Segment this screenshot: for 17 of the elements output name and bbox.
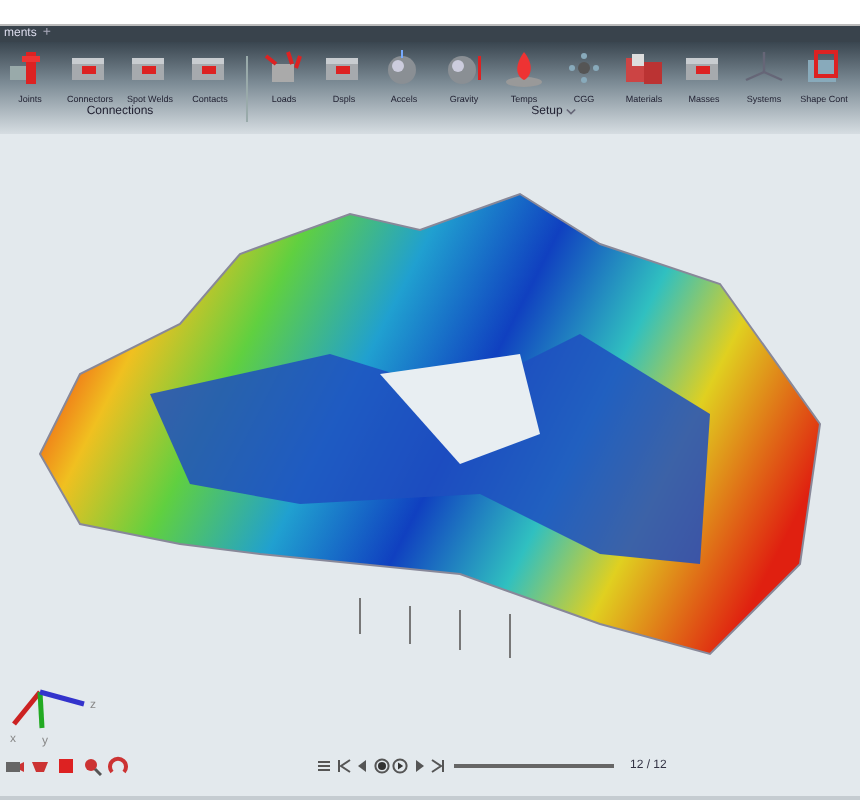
arrows-block-icon bbox=[260, 48, 308, 88]
menu-icon[interactable] bbox=[316, 758, 332, 774]
material-tiles-icon bbox=[620, 48, 668, 88]
square-icon[interactable] bbox=[56, 756, 76, 776]
cube-section-icon[interactable] bbox=[30, 756, 50, 776]
caret-icon bbox=[566, 108, 577, 116]
play-icon[interactable] bbox=[392, 758, 408, 774]
last-frame-icon[interactable] bbox=[430, 758, 446, 774]
flame-icon bbox=[500, 48, 548, 88]
record-icon[interactable] bbox=[373, 758, 389, 774]
first-frame-icon[interactable] bbox=[335, 758, 351, 774]
step-forward-icon[interactable] bbox=[411, 758, 427, 774]
camera-icon[interactable] bbox=[4, 756, 24, 776]
timeline-slider[interactable] bbox=[453, 764, 613, 768]
zoom-icon[interactable] bbox=[82, 756, 102, 776]
rotate-icon[interactable] bbox=[108, 756, 128, 776]
step-back-icon[interactable] bbox=[354, 758, 370, 774]
